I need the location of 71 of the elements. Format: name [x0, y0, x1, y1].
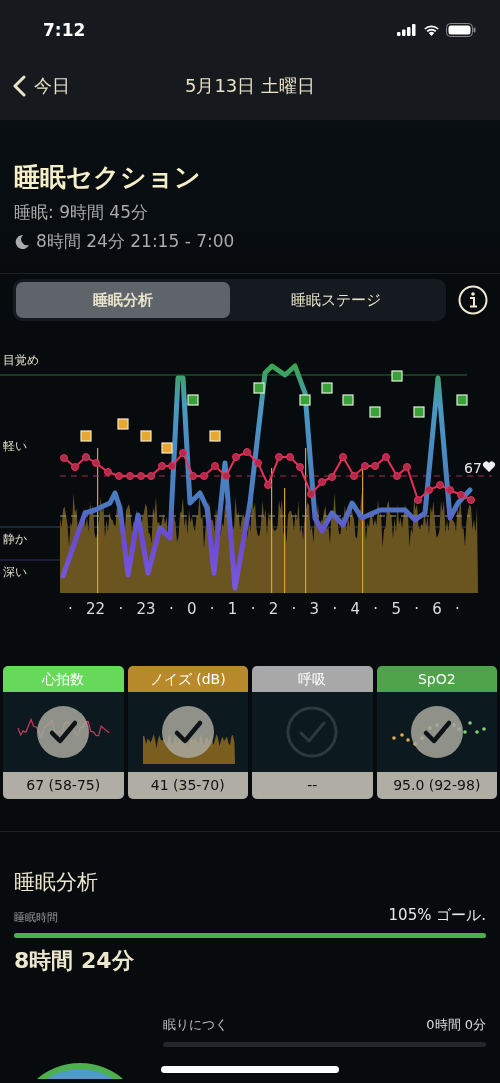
metric-card[interactable]: SpO2 95.0 (92-98): [376, 666, 497, 799]
sleep-total: 睡眠: 9時間 45分: [14, 201, 149, 224]
metric-card[interactable]: 心拍数 67 (58-75): [3, 666, 124, 799]
time-tick: 6: [432, 600, 442, 618]
stage-label: 目覚め: [3, 353, 39, 367]
tab[interactable]: 睡眠分析: [16, 282, 230, 318]
time-tick: 1: [227, 600, 238, 618]
event-marker: [413, 406, 425, 418]
stage-label: 深い: [3, 565, 27, 579]
card-value: --: [252, 772, 373, 799]
time-tick: ·: [118, 600, 124, 618]
goal-percent: 105% ゴール.: [388, 906, 486, 925]
nav-title: 5月13日 土曜日: [184, 74, 316, 98]
signal-icon: [397, 24, 417, 36]
heart-rate-value: 67: [464, 460, 482, 476]
time-tick: ·: [168, 600, 174, 618]
sleep-time-label: 睡眠時間: [14, 910, 58, 925]
card-value: 41 (35-70): [127, 772, 248, 799]
event-marker: [161, 442, 173, 454]
event-marker: [253, 382, 265, 394]
time-tick: 5: [391, 600, 401, 618]
event-marker: [187, 394, 199, 406]
time-tick: ·: [68, 600, 73, 618]
time-tick: 23: [136, 600, 156, 618]
time-tick: ·: [209, 600, 215, 618]
heart-icon: [483, 461, 495, 472]
event-marker: [321, 382, 333, 394]
time-tick: 2: [268, 600, 279, 618]
time-tick: 22: [86, 600, 106, 618]
tab[interactable]: 睡眠ステージ: [229, 282, 443, 318]
event-marker: [456, 394, 468, 406]
event-marker: [369, 406, 381, 418]
time-tick: 0: [186, 600, 197, 618]
time-tick: ·: [332, 600, 338, 618]
stage-label: 静か: [3, 532, 27, 546]
time-tick: ·: [414, 600, 419, 618]
stage-duration: 0時間 0分: [426, 1016, 486, 1034]
sleep-duration: 8時間 24分: [14, 947, 135, 975]
event-marker: [299, 394, 311, 406]
sleep-detail: 8時間 24分 21:15 - 7:00: [36, 230, 235, 253]
event-marker: [391, 370, 403, 382]
event-marker: [140, 430, 152, 442]
stage-label: 軽い: [3, 439, 27, 453]
time-tick: ·: [373, 600, 379, 618]
wifi-icon: [423, 24, 440, 36]
info-icon[interactable]: [458, 285, 488, 315]
card-value: 95.0 (92-98): [376, 772, 497, 799]
event-marker: [80, 430, 92, 442]
card-header: ノイズ (dB): [127, 666, 248, 692]
status-time: 7:12: [43, 20, 86, 40]
card-value: 67 (58-75): [3, 772, 124, 799]
card-header: SpO2: [376, 666, 497, 692]
time-tick: ·: [455, 600, 460, 618]
card-header: 心拍数: [3, 666, 124, 692]
battery-icon: [446, 23, 476, 37]
metric-card[interactable]: 呼吸 --: [252, 666, 373, 799]
section-title: 睡眠セクション: [14, 161, 202, 194]
card-header: 呼吸: [252, 666, 373, 692]
event-marker: [209, 430, 221, 442]
event-marker: [342, 394, 354, 406]
moon-icon: [14, 233, 30, 250]
time-tick: ·: [291, 600, 297, 618]
back-button[interactable]: 今日: [0, 74, 70, 98]
analysis-title: 睡眠分析: [14, 869, 99, 896]
time-tick: 3: [309, 600, 320, 618]
time-tick: 4: [350, 600, 361, 618]
time-tick: ·: [250, 600, 256, 618]
event-marker: [117, 418, 129, 430]
metric-card[interactable]: ノイズ (dB) 41 (35-70): [127, 666, 248, 799]
chevron-left-icon: [12, 75, 26, 97]
stage-name: 眠りにつく: [163, 1016, 228, 1034]
